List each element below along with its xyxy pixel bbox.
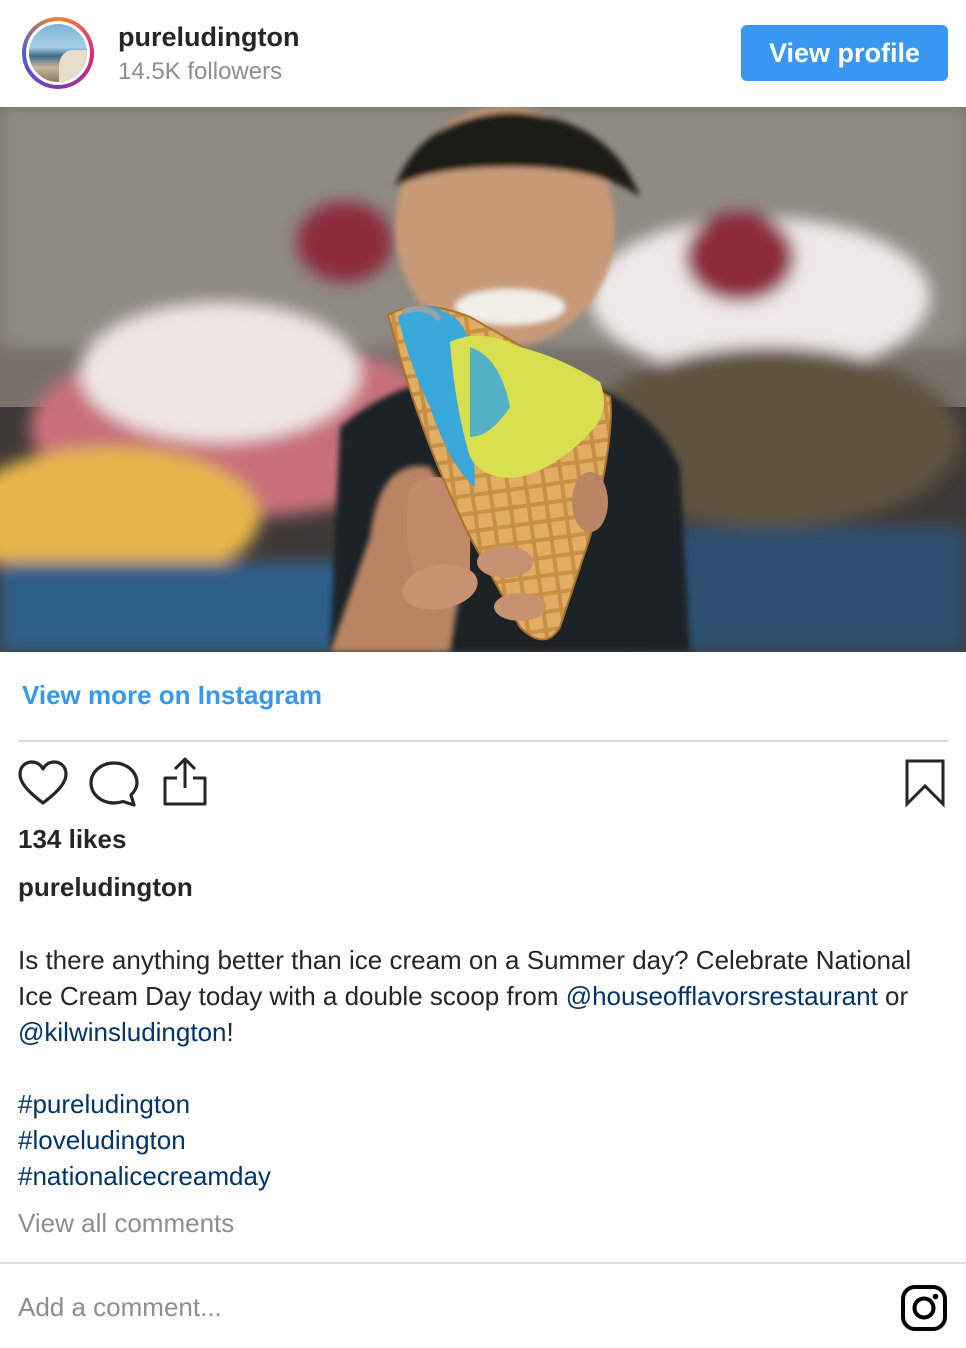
view-more-link[interactable]: View more on Instagram xyxy=(22,680,322,711)
post-header: pureludington 14.5K followers View profi… xyxy=(0,0,966,107)
avatar[interactable] xyxy=(22,17,94,89)
caption-text: ! xyxy=(226,1017,234,1047)
hashtag-list: #pureludington #loveludington #nationali… xyxy=(18,1086,271,1194)
mention-link[interactable]: @houseofflavorsrestaurant xyxy=(566,981,878,1011)
heart-icon[interactable] xyxy=(18,760,68,811)
comment-bubble-icon[interactable] xyxy=(88,760,140,813)
avatar-image xyxy=(26,21,90,85)
hashtag-link[interactable]: #nationalicecreamday xyxy=(18,1158,271,1194)
hashtag-link[interactable]: #loveludington xyxy=(18,1122,271,1158)
share-icon[interactable] xyxy=(160,756,210,813)
post-caption: Is there anything better than ice cream … xyxy=(18,942,938,1050)
follower-count: 14.5K followers xyxy=(118,58,283,85)
view-all-comments-link[interactable]: View all comments xyxy=(18,1208,234,1239)
bookmark-icon[interactable] xyxy=(903,758,947,813)
instagram-logo-icon[interactable] xyxy=(900,1284,948,1337)
add-comment-input[interactable]: Add a comment... xyxy=(18,1292,222,1323)
hashtag-link[interactable]: #pureludington xyxy=(18,1086,271,1122)
mention-link[interactable]: @kilwinsludington xyxy=(18,1017,227,1047)
header-username[interactable]: pureludington xyxy=(118,22,299,53)
divider xyxy=(0,1262,966,1264)
caption-text: or xyxy=(877,981,909,1011)
likes-count[interactable]: 134 likes xyxy=(18,824,126,855)
post-image[interactable] xyxy=(0,107,966,652)
divider xyxy=(18,740,948,742)
view-profile-button[interactable]: View profile xyxy=(741,25,948,81)
caption-username[interactable]: pureludington xyxy=(18,872,193,903)
